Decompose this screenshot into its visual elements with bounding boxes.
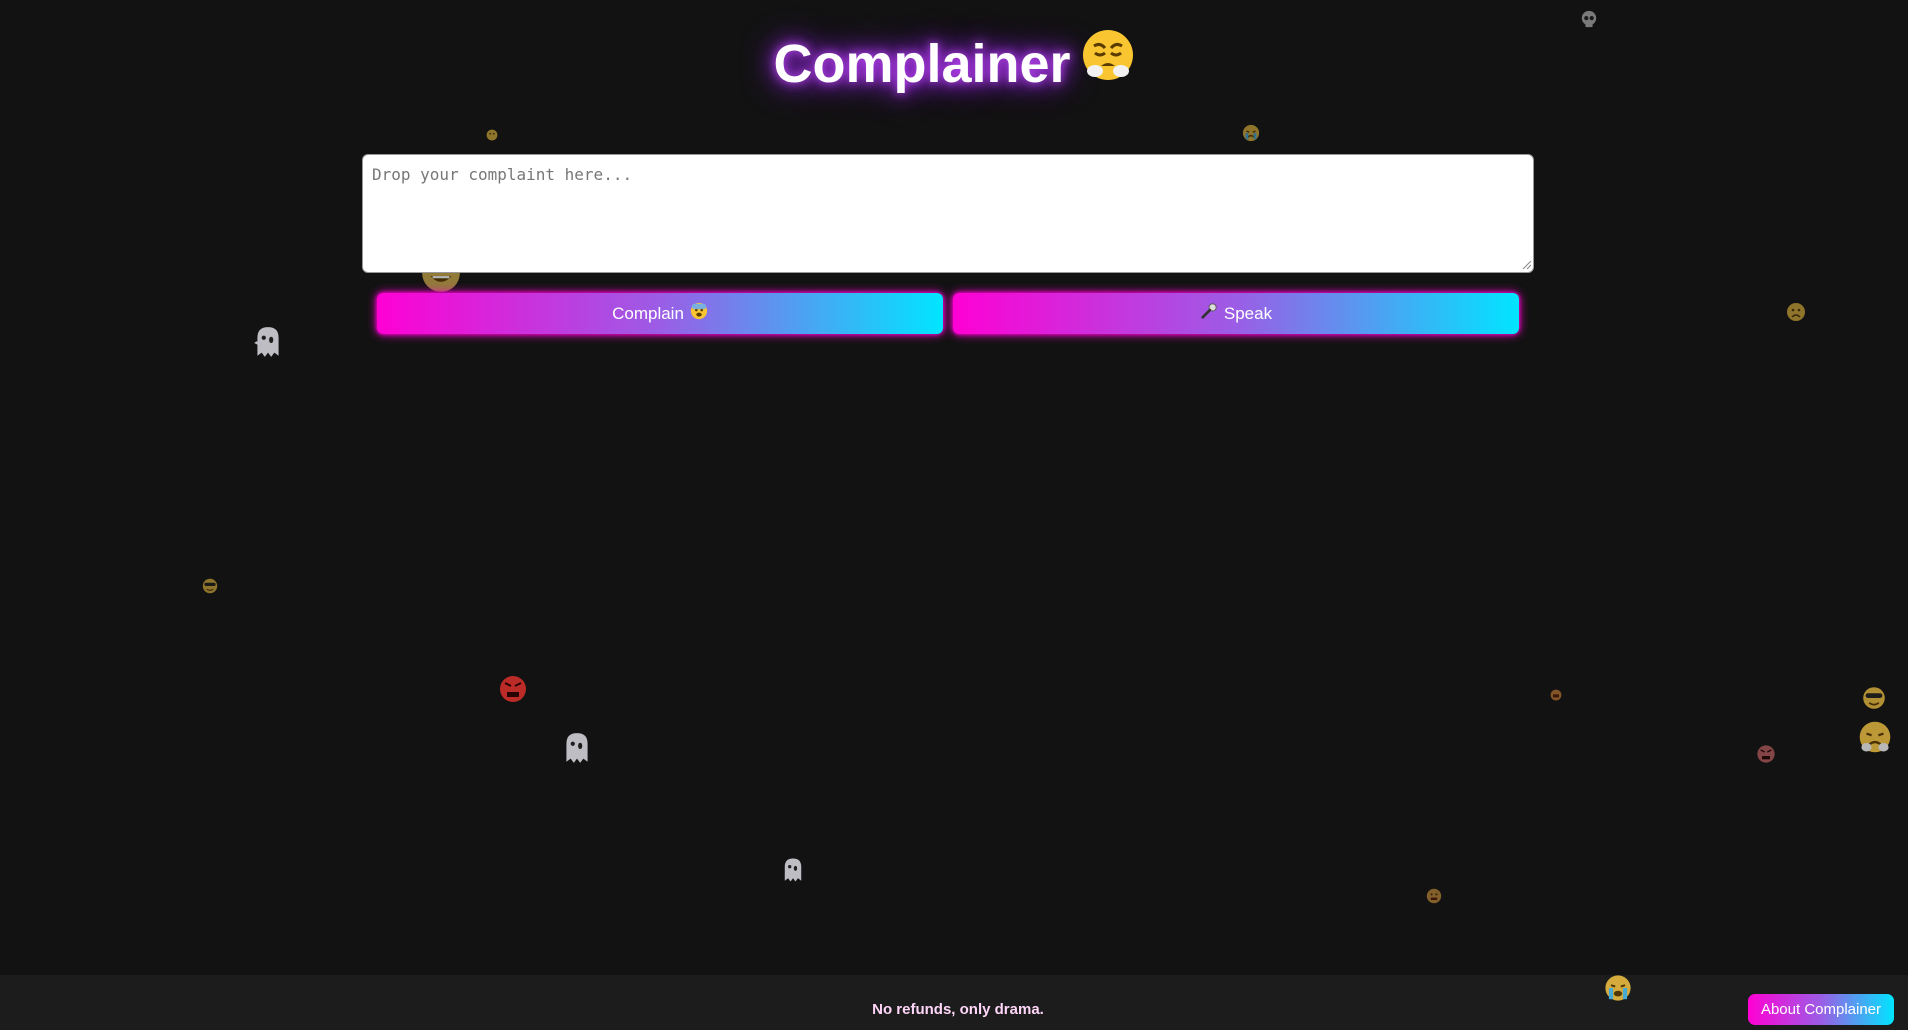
ghost-icon	[252, 324, 284, 365]
page-title: Complainer	[0, 28, 1908, 104]
sad-face-icon	[1786, 302, 1806, 327]
resize-handle-icon[interactable]	[1522, 260, 1532, 270]
speak-button-label: Speak	[1223, 303, 1273, 323]
sunglasses-face-icon	[202, 578, 218, 599]
angry-face-icon	[498, 674, 528, 709]
footer-tagline: No refunds, only drama.	[872, 1001, 1044, 1018]
steam-face-icon	[1081, 28, 1135, 100]
tiny-face-icon	[486, 128, 498, 146]
sad-face-icon	[1858, 720, 1892, 759]
complain-button-label: Complain	[612, 303, 684, 323]
page: Complainer Complain Speak No refunds, on…	[0, 0, 1908, 1030]
speak-button[interactable]: Speak	[953, 293, 1519, 334]
tiny-face-icon	[1550, 688, 1562, 706]
ghost-icon	[560, 730, 594, 771]
tiny-face-icon	[1426, 888, 1442, 909]
sunglasses-face-icon	[1862, 686, 1886, 715]
ghost-icon	[780, 856, 806, 889]
complain-button[interactable]: Complain	[377, 293, 943, 334]
angry-face-icon	[1756, 744, 1776, 769]
app-title: Complainer	[773, 34, 1071, 94]
fearful-face-icon	[690, 302, 708, 325]
microphone-icon	[1200, 302, 1218, 325]
complaint-input[interactable]	[362, 154, 1534, 273]
about-button[interactable]: About Complainer	[1748, 994, 1894, 1025]
crying-face-icon	[1242, 124, 1260, 147]
